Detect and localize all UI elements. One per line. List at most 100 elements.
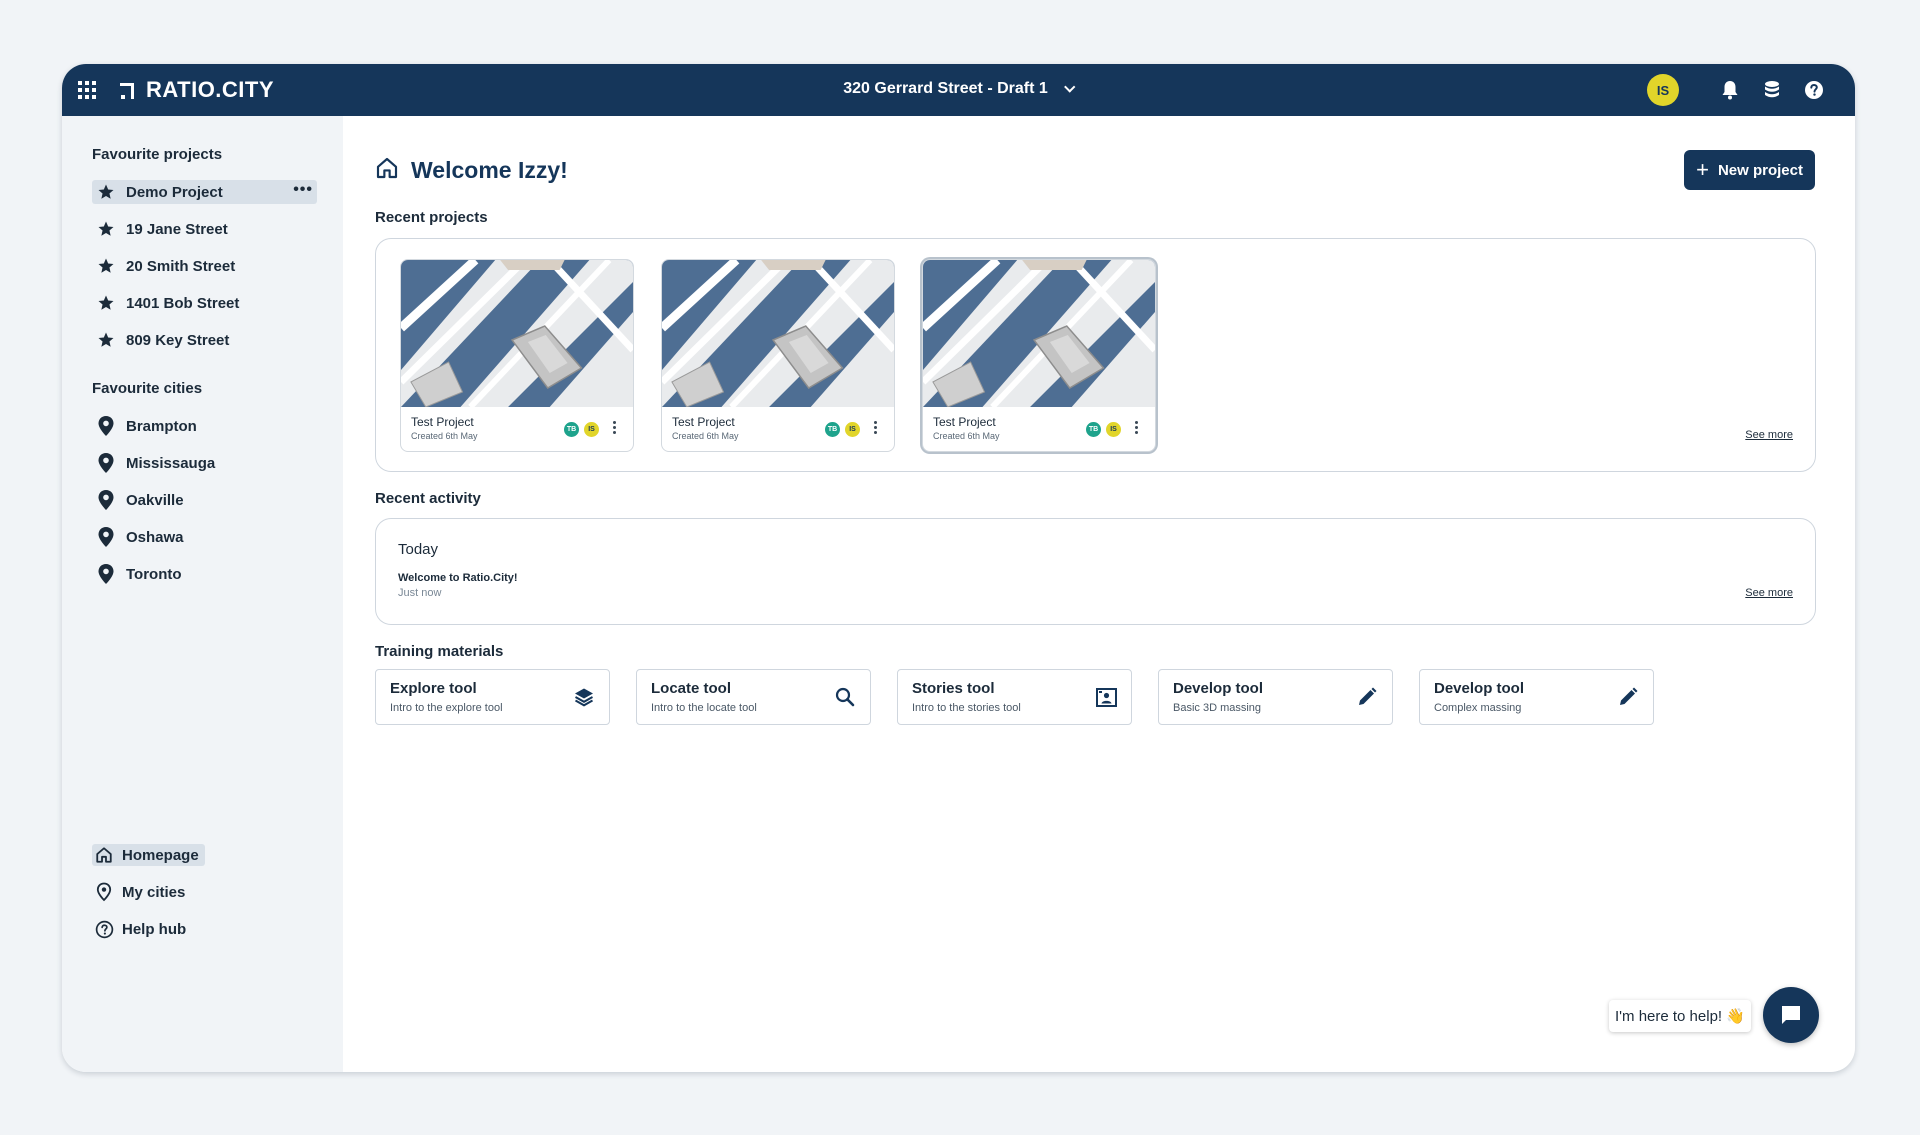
project-card[interactable]: Test Project Created 6th May TB IS [661, 259, 895, 452]
sidebar-item-oakville[interactable]: Oakville [92, 488, 317, 512]
project-title: 320 Gerrard Street - Draft 1 [843, 80, 1048, 97]
more-vertical-icon[interactable] [613, 421, 617, 436]
training-title: Develop tool [1173, 680, 1264, 697]
help-bubble[interactable]: I'm here to help! 👋 [1609, 1000, 1751, 1032]
sidebar-item-label: Mississauga [126, 454, 216, 472]
star-icon [95, 218, 117, 240]
sidebar-item-19-jane-street[interactable]: 19 Jane Street [92, 217, 317, 241]
training-card-develop-complex[interactable]: Develop tool Complex massing [1419, 669, 1654, 725]
page-title: Welcome Izzy! [411, 157, 568, 183]
location-pin-icon [95, 489, 117, 511]
sidebar-item-oshawa[interactable]: Oshawa [92, 525, 317, 549]
sidebar-item-toronto[interactable]: Toronto [92, 562, 317, 586]
sidebar-item-label: 809 Key Street [126, 331, 230, 349]
sidebar-item-label: 1401 Bob Street [126, 294, 240, 312]
recent-projects-panel: Test Project Created 6th May TB IS Test … [375, 238, 1816, 472]
training-card-explore[interactable]: Explore tool Intro to the explore tool [375, 669, 610, 725]
chevron-down-icon [1064, 81, 1076, 93]
sidebar-item-label: Demo Project [126, 183, 223, 201]
database-icon[interactable] [1761, 79, 1783, 101]
more-vertical-icon[interactable] [874, 421, 878, 436]
nav-label: Homepage [122, 846, 199, 864]
sidebar-item-809-key-street[interactable]: 809 Key Street [92, 328, 317, 352]
training-subtitle: Intro to the locate tool [651, 702, 757, 714]
collaborator-avatar: TB [564, 422, 579, 437]
chat-button[interactable] [1763, 987, 1819, 1043]
home-icon [94, 845, 114, 865]
location-pin-icon [95, 563, 117, 585]
sidebar-item-demo-project[interactable]: Demo Project ••• [92, 180, 317, 204]
project-card[interactable]: Test Project Created 6th May TB IS [400, 259, 634, 452]
chat-icon [1782, 1006, 1800, 1024]
favourite-cities-heading: Favourite cities [92, 380, 203, 397]
app-window: RATIO.CITY 320 Gerrard Street - Draft 1 … [62, 64, 1855, 1072]
sidebar-item-1401-bob-street[interactable]: 1401 Bob Street [92, 291, 317, 315]
sidebar-item-mississauga[interactable]: Mississauga [92, 451, 317, 475]
logo-mark-icon [120, 81, 138, 99]
favourite-projects-heading: Favourite projects [92, 146, 223, 163]
help-circle-icon[interactable] [1803, 79, 1825, 101]
search-icon [834, 686, 856, 708]
nav-label: Help hub [122, 920, 187, 938]
sidebar: Favourite projects Demo Project ••• 19 J… [62, 116, 343, 1072]
training-card-stories[interactable]: Stories tool Intro to the stories tool [897, 669, 1132, 725]
project-map-thumbnail [401, 260, 633, 407]
recent-projects-title: Recent projects [375, 209, 488, 226]
location-pin-icon [95, 415, 117, 437]
collaborators: TB IS [820, 422, 860, 437]
location-pin-icon [95, 526, 117, 548]
main-content: Welcome Izzy! + New project Recent proje… [343, 116, 1855, 1072]
help-outline-icon [94, 919, 114, 939]
project-name: Test Project [672, 415, 735, 429]
new-project-button[interactable]: + New project [1684, 150, 1815, 190]
apps-grid-icon[interactable] [78, 81, 96, 99]
project-selector[interactable]: 320 Gerrard Street - Draft 1 [843, 80, 1076, 98]
activity-time: Just now [398, 587, 442, 599]
pencil-icon [1617, 686, 1639, 708]
plus-icon: + [1696, 157, 1709, 182]
see-more-activity-link[interactable]: See more [1745, 587, 1793, 599]
recent-activity-title: Recent activity [375, 490, 481, 507]
sidebar-item-20-smith-street[interactable]: 20 Smith Street [92, 254, 317, 278]
project-created: Created 6th May [672, 431, 739, 441]
sidebar-item-label: Brampton [126, 417, 197, 435]
more-vertical-icon[interactable] [1135, 421, 1139, 436]
more-options-icon[interactable]: ••• [293, 181, 313, 199]
project-created: Created 6th May [411, 431, 478, 441]
sidebar-item-label: Toronto [126, 565, 182, 583]
welcome-header: Welcome Izzy! [375, 156, 568, 185]
training-title: Develop tool [1434, 680, 1525, 697]
top-bar: RATIO.CITY 320 Gerrard Street - Draft 1 … [62, 64, 1855, 116]
nav-homepage[interactable]: Homepage [92, 844, 205, 866]
activity-title: Welcome to Ratio.City! [398, 572, 518, 584]
collaborators: TB IS [559, 422, 599, 437]
nav-my-cities[interactable]: My cities [92, 881, 191, 903]
user-avatar[interactable]: IS [1647, 74, 1679, 106]
project-name: Test Project [411, 415, 474, 429]
bell-icon[interactable] [1719, 79, 1741, 101]
project-created: Created 6th May [933, 431, 1000, 441]
layers-icon [573, 686, 595, 708]
training-materials-title: Training materials [375, 643, 504, 660]
project-map-thumbnail [923, 260, 1155, 407]
star-icon [95, 181, 117, 203]
new-project-label: New project [1717, 161, 1803, 179]
project-card[interactable]: Test Project Created 6th May TB IS [922, 259, 1156, 452]
training-card-locate[interactable]: Locate tool Intro to the locate tool [636, 669, 871, 725]
activity-day: Today [398, 541, 439, 558]
nav-help-hub[interactable]: Help hub [92, 918, 192, 940]
sidebar-item-brampton[interactable]: Brampton [92, 414, 317, 438]
collaborator-avatar: IS [1106, 422, 1121, 437]
home-icon [375, 156, 399, 185]
training-title: Stories tool [912, 680, 995, 697]
sidebar-item-label: Oakville [126, 491, 184, 509]
see-more-projects-link[interactable]: See more [1745, 429, 1793, 441]
training-card-develop-basic[interactable]: Develop tool Basic 3D massing [1158, 669, 1393, 725]
sidebar-item-label: 19 Jane Street [126, 220, 228, 238]
star-icon [95, 329, 117, 351]
star-icon [95, 292, 117, 314]
collaborator-avatar: IS [845, 422, 860, 437]
sidebar-item-label: 20 Smith Street [126, 257, 236, 275]
logo[interactable]: RATIO.CITY [120, 77, 274, 103]
sidebar-item-label: Oshawa [126, 528, 184, 546]
